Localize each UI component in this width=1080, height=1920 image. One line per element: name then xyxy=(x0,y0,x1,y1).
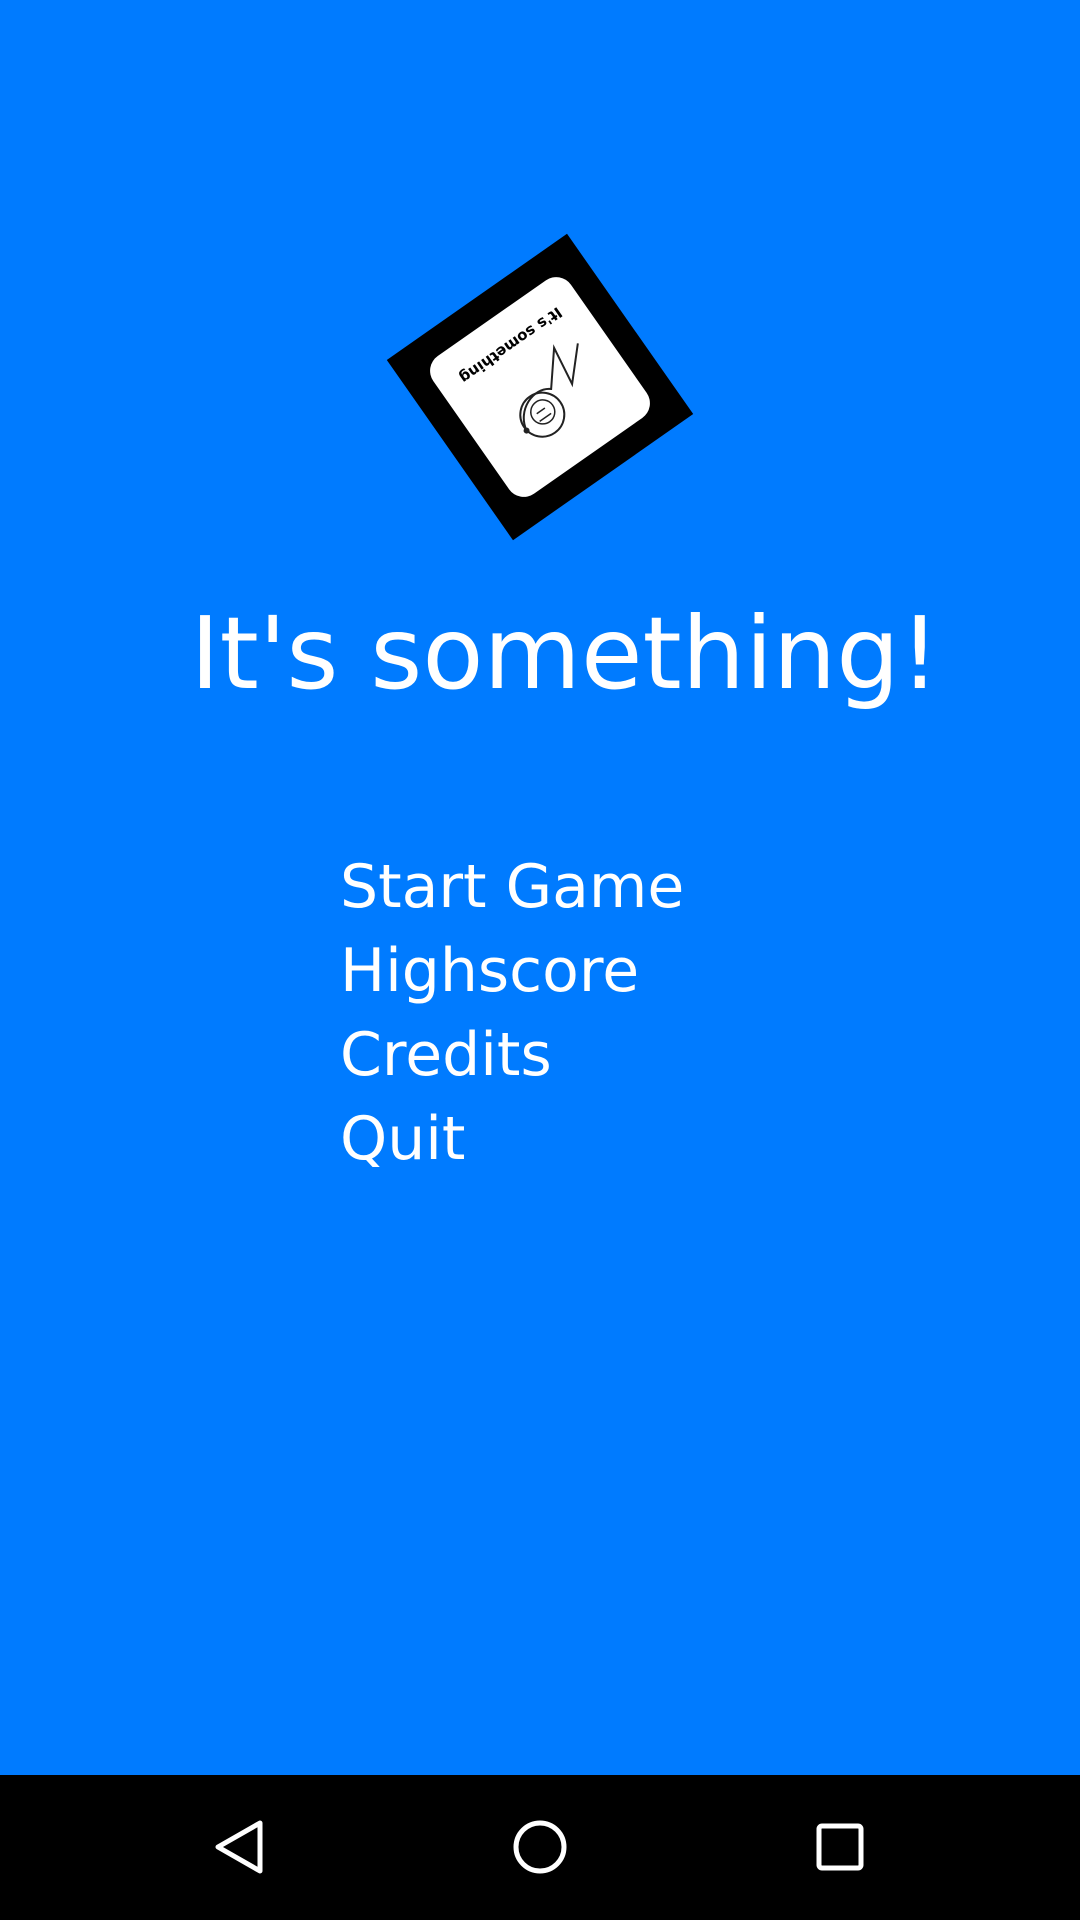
back-button[interactable] xyxy=(170,1775,310,1920)
highscore-button[interactable]: Highscore xyxy=(340,929,684,1013)
home-circle-icon xyxy=(513,1820,567,1874)
start-game-button[interactable]: Start Game xyxy=(340,845,684,929)
game-title: It's something! xyxy=(190,595,940,712)
home-button[interactable] xyxy=(470,1775,610,1920)
recents-button[interactable] xyxy=(770,1775,910,1920)
logo-caption: It's something xyxy=(456,303,565,387)
credits-button[interactable]: Credits xyxy=(340,1013,684,1097)
quit-button[interactable]: Quit xyxy=(340,1097,684,1181)
android-nav-bar xyxy=(0,1775,1080,1920)
game-logo: It's something xyxy=(386,233,694,541)
main-menu: Start Game Highscore Credits Quit xyxy=(340,845,684,1181)
back-triangle-icon xyxy=(215,1820,263,1874)
logo-card: It's something xyxy=(423,270,657,504)
logo-drawing: It's something xyxy=(456,303,579,438)
main-menu-screen: It's something It's something! Start Gam… xyxy=(0,0,1080,1775)
recents-square-icon xyxy=(816,1823,864,1871)
